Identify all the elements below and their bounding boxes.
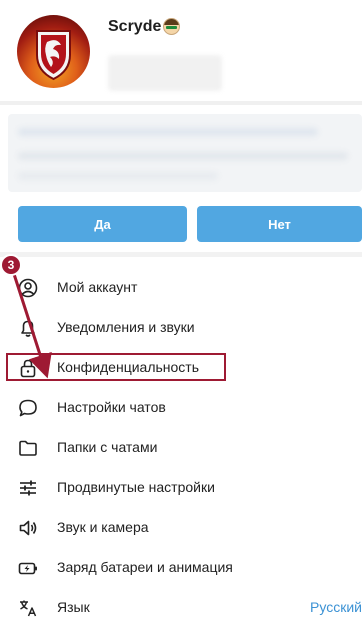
menu-item-label: Язык — [57, 599, 90, 615]
menu-item-label: Заряд батареи и анимация — [57, 559, 233, 575]
yes-button[interactable]: Да — [18, 206, 187, 242]
menu-item-label: Папки с чатами — [57, 439, 158, 455]
speaker-icon — [19, 520, 37, 536]
menu-item-label: Продвинутые настройки — [57, 479, 215, 495]
battery-icon — [18, 562, 37, 575]
menu-item-label: Звук и камера — [57, 519, 149, 535]
no-button[interactable]: Нет — [197, 206, 362, 242]
emoji-status-icon[interactable] — [163, 18, 180, 35]
menu-item-my-account[interactable]: Мой аккаунт — [0, 267, 362, 307]
menu-item-sound-camera[interactable]: Звук и камера — [0, 507, 362, 547]
language-icon — [20, 600, 37, 617]
menu-item-label: Мой аккаунт — [57, 279, 138, 295]
chat-bubble-icon — [19, 399, 37, 417]
bell-icon — [21, 320, 35, 337]
blurred-phone-number — [108, 55, 222, 91]
profile-name: Scryde — [108, 18, 162, 35]
step-number-badge: 3 — [0, 254, 22, 276]
folder-icon — [19, 440, 37, 456]
blurred-banner — [8, 114, 362, 192]
account-icon — [18, 278, 38, 298]
menu-item-chat-settings[interactable]: Настройки чатов — [0, 387, 362, 427]
highlight-box — [6, 353, 226, 381]
divider — [0, 101, 362, 105]
menu-item-chat-folders[interactable]: Папки с чатами — [0, 427, 362, 467]
dragon-shield-logo — [36, 30, 71, 81]
menu-item-label: Настройки чатов — [57, 399, 166, 415]
menu-item-notifications[interactable]: Уведомления и звуки — [0, 307, 362, 347]
sliders-icon — [20, 480, 36, 496]
blurred-text-line — [18, 172, 218, 180]
blurred-text-line — [18, 152, 348, 160]
blurred-text-line — [18, 128, 318, 136]
divider — [0, 252, 362, 257]
menu-item-advanced-settings[interactable]: Продвинутые настройки — [0, 467, 362, 507]
language-value: Русский — [310, 599, 362, 615]
avatar[interactable] — [17, 15, 90, 88]
menu-item-language[interactable]: Язык Русский — [0, 587, 362, 627]
menu-item-battery-animation[interactable]: Заряд батареи и анимация — [0, 547, 362, 587]
menu-item-label: Уведомления и звуки — [57, 319, 195, 335]
